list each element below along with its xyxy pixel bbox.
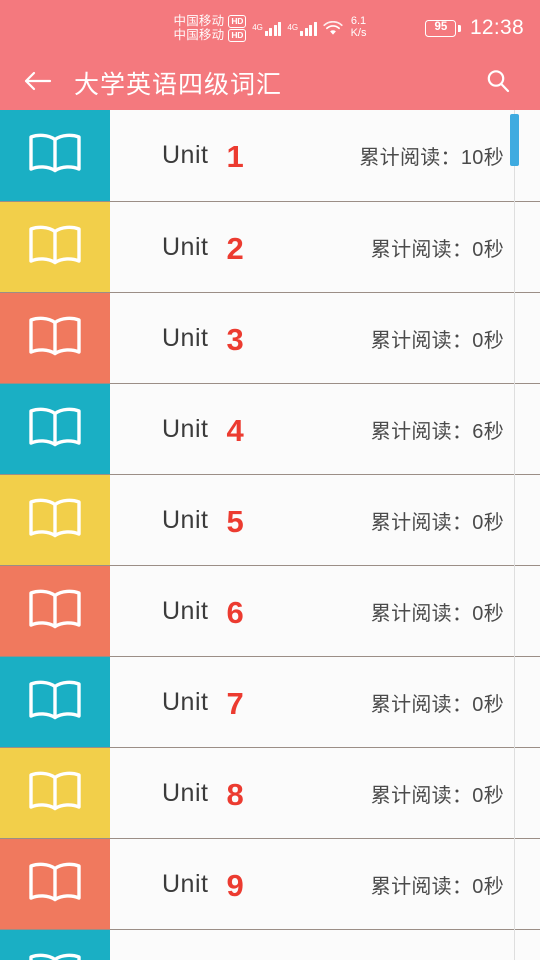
status-bar: 中国移动 HD 中国移动 HD 4G 4G 6.1 K/s 95 12:38 — [0, 0, 540, 56]
cumulative-reading-stat: 累计阅读：0秒 — [370, 875, 504, 898]
unit-row-body: Unit 8 累计阅读：0秒 — [110, 748, 540, 838]
cumulative-reading-stat: 累计阅读：0秒 — [370, 784, 504, 807]
wifi-icon — [322, 20, 343, 36]
unit-label: Unit — [162, 687, 209, 716]
unit-row-body: Unit 9 累计阅读：0秒 — [110, 839, 540, 929]
hd-badge-sim1: HD — [228, 14, 247, 28]
hd-badge-sim2: HD — [228, 28, 247, 42]
signal-bars-icon-sim2 — [300, 21, 317, 36]
unit-row-body: Unit 2 累计阅读：0秒 — [110, 202, 540, 292]
open-book-icon — [24, 312, 86, 365]
open-book-icon — [24, 949, 86, 960]
unit-label: Unit — [162, 323, 209, 352]
unit-thumbnail — [0, 110, 110, 201]
cumulative-reading-stat: 累计阅读：0秒 — [370, 693, 504, 716]
unit-thumbnail — [0, 384, 110, 474]
carrier-name-sim2: 中国移动 — [173, 27, 225, 42]
page-title: 大学英语四级词汇 — [74, 71, 283, 99]
open-book-icon — [24, 676, 86, 729]
unit-thumbnail — [0, 566, 110, 656]
unit-list[interactable]: Unit 1 累计阅读：10秒 Unit 2 累计阅读：0秒 Unit 3 累计阅读：0秒 Uni… — [0, 110, 540, 960]
cumulative-reading-stat: 累计阅读：0秒 — [370, 511, 504, 534]
unit-number: 5 — [226, 503, 244, 539]
open-book-icon — [24, 585, 86, 638]
network-type-label-sim1: 4G — [252, 22, 263, 32]
unit-row-body: Unit 6 累计阅读：0秒 — [110, 566, 540, 656]
unit-thumbnail — [0, 475, 110, 565]
unit-row-body: Unit 3 累计阅读：0秒 — [110, 293, 540, 383]
unit-number: 3 — [226, 321, 244, 357]
search-icon — [484, 67, 512, 100]
battery-level-label: 95 — [434, 21, 448, 34]
cumulative-reading-stat: 累计阅读：6秒 — [370, 420, 504, 443]
unit-label: Unit — [162, 596, 209, 625]
table-row[interactable]: Unit 9 累计阅读：0秒 — [0, 838, 540, 929]
status-bar-center: 中国移动 HD 中国移动 HD 4G 4G 6.1 K/s — [173, 13, 367, 42]
search-button[interactable] — [466, 56, 530, 110]
cumulative-reading-stat: 累计阅读：10秒 — [359, 147, 504, 169]
battery-icon: 95 — [425, 19, 461, 37]
unit-thumbnail — [0, 293, 110, 383]
network-speed: 6.1 K/s — [351, 16, 367, 39]
unit-number: 9 — [226, 867, 244, 903]
open-book-icon — [24, 403, 86, 456]
table-row[interactable]: Unit 7 累计阅读：0秒 — [0, 656, 540, 747]
unit-label: Unit — [162, 414, 209, 443]
status-bar-right: 95 12:38 — [425, 0, 524, 56]
unit-label: Unit — [162, 778, 209, 807]
table-row[interactable]: Unit10累计阅读：0秒 — [0, 929, 540, 960]
scrollbar-track — [513, 110, 515, 960]
carrier-info: 中国移动 HD 中国移动 HD — [173, 13, 247, 42]
back-arrow-icon — [22, 69, 52, 98]
unit-row-body: Unit 5 累计阅读：0秒 — [110, 475, 540, 565]
unit-thumbnail — [0, 930, 110, 960]
open-book-icon — [24, 221, 86, 274]
app-bar: 大学英语四级词汇 — [0, 56, 540, 110]
table-row[interactable]: Unit 5 累计阅读：0秒 — [0, 474, 540, 565]
cumulative-reading-stat: 累计阅读：0秒 — [370, 329, 504, 352]
open-book-icon — [24, 767, 86, 820]
cumulative-reading-stat: 累计阅读：0秒 — [370, 238, 504, 261]
signal-sim2: 4G — [287, 21, 317, 36]
table-row[interactable]: Unit 6 累计阅读：0秒 — [0, 565, 540, 656]
unit-number: 7 — [226, 685, 244, 721]
table-row[interactable]: Unit 3 累计阅读：0秒 — [0, 292, 540, 383]
unit-number: 6 — [226, 594, 244, 630]
unit-thumbnail — [0, 748, 110, 838]
unit-thumbnail — [0, 202, 110, 292]
status-bar-clock: 12:38 — [469, 16, 524, 39]
carrier-line-sim2: 中国移动 HD — [173, 27, 247, 42]
table-row[interactable]: Unit 8 累计阅读：0秒 — [0, 747, 540, 838]
back-button[interactable] — [0, 56, 74, 110]
cumulative-reading-stat: 累计阅读：0秒 — [370, 602, 504, 625]
unit-thumbnail — [0, 657, 110, 747]
unit-number: 2 — [226, 230, 244, 266]
carrier-name-sim1: 中国移动 — [173, 13, 225, 28]
table-row[interactable]: Unit 1 累计阅读：10秒 — [0, 110, 540, 201]
unit-number: 1 — [226, 139, 244, 174]
unit-label: Unit — [162, 232, 209, 261]
carrier-line-sim1: 中国移动 HD — [173, 13, 247, 28]
unit-number: 4 — [226, 412, 244, 448]
app-screen: 中国移动 HD 中国移动 HD 4G 4G 6.1 K/s 95 12:38 大… — [0, 0, 540, 960]
table-row[interactable]: Unit 2 累计阅读：0秒 — [0, 201, 540, 292]
unit-number: 8 — [226, 776, 244, 812]
unit-row-body: Unit 1 累计阅读：10秒 — [110, 110, 540, 201]
open-book-icon — [24, 858, 86, 911]
table-row[interactable]: Unit 4 累计阅读：6秒 — [0, 383, 540, 474]
unit-label: Unit — [162, 141, 209, 169]
signal-bars-icon-sim1 — [264, 21, 282, 36]
vertical-scrollbar[interactable] — [510, 114, 519, 166]
unit-thumbnail — [0, 839, 110, 929]
unit-row-body: Unit 7 累计阅读：0秒 — [110, 657, 540, 747]
unit-row-body: Unit10累计阅读：0秒 — [110, 930, 540, 960]
signal-sim1: 4G — [252, 21, 282, 36]
open-book-icon — [24, 129, 86, 182]
network-type-label-sim2: 4G — [287, 22, 299, 32]
unit-label: Unit — [162, 869, 209, 898]
unit-row-body: Unit 4 累计阅读：6秒 — [110, 384, 540, 474]
open-book-icon — [24, 494, 86, 547]
unit-label: Unit — [162, 505, 209, 534]
network-speed-unit: K/s — [350, 27, 367, 39]
